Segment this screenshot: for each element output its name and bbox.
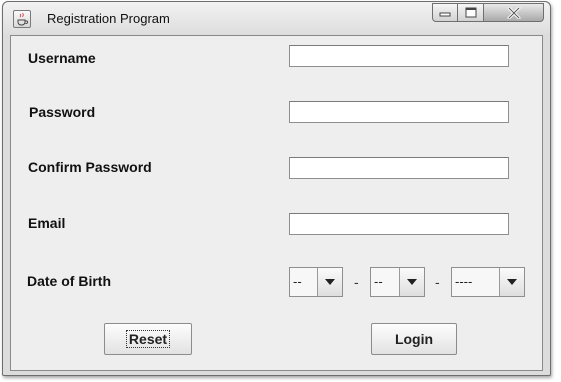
email-label: Email <box>28 215 66 231</box>
dropdown-arrow-icon[interactable] <box>399 268 424 296</box>
confirm-password-label: Confirm Password <box>28 159 152 175</box>
title-bar[interactable]: Registration Program <box>3 2 550 34</box>
username-input[interactable] <box>289 45 509 67</box>
window-title: Registration Program <box>47 11 170 26</box>
registration-window: Registration Program Username Password C… <box>2 1 551 376</box>
date-separator: - <box>354 274 359 290</box>
reset-button[interactable]: Reset <box>104 323 192 355</box>
dob-day-combo[interactable]: -- <box>289 267 343 297</box>
maximize-button[interactable] <box>458 3 484 22</box>
dropdown-arrow-icon[interactable] <box>499 268 524 296</box>
password-label: Password <box>29 104 96 120</box>
close-icon <box>507 6 520 19</box>
window-controls <box>432 3 544 23</box>
dropdown-arrow-icon[interactable] <box>317 268 342 296</box>
confirm-password-input[interactable] <box>289 157 509 179</box>
date-separator: - <box>435 274 440 290</box>
dob-year-combo[interactable]: ---- <box>451 267 525 297</box>
dob-month-value: -- <box>374 274 383 289</box>
close-button[interactable] <box>484 3 544 22</box>
dob-year-value: ---- <box>455 274 473 289</box>
form-panel: Username Password Confirm Password Email… <box>10 35 543 371</box>
dob-month-combo[interactable]: -- <box>370 267 425 297</box>
password-input[interactable] <box>289 101 509 123</box>
login-button-label: Login <box>394 331 434 347</box>
minimize-icon <box>439 12 451 16</box>
maximize-icon <box>465 7 476 18</box>
reset-button-label: Reset <box>125 330 171 348</box>
username-label: Username <box>28 50 96 66</box>
dob-day-value: -- <box>293 274 302 289</box>
login-button[interactable]: Login <box>371 323 457 355</box>
java-cup-icon[interactable] <box>13 10 31 28</box>
dob-label: Date of Birth <box>27 273 111 289</box>
minimize-button[interactable] <box>432 3 458 22</box>
email-input[interactable] <box>289 213 509 235</box>
